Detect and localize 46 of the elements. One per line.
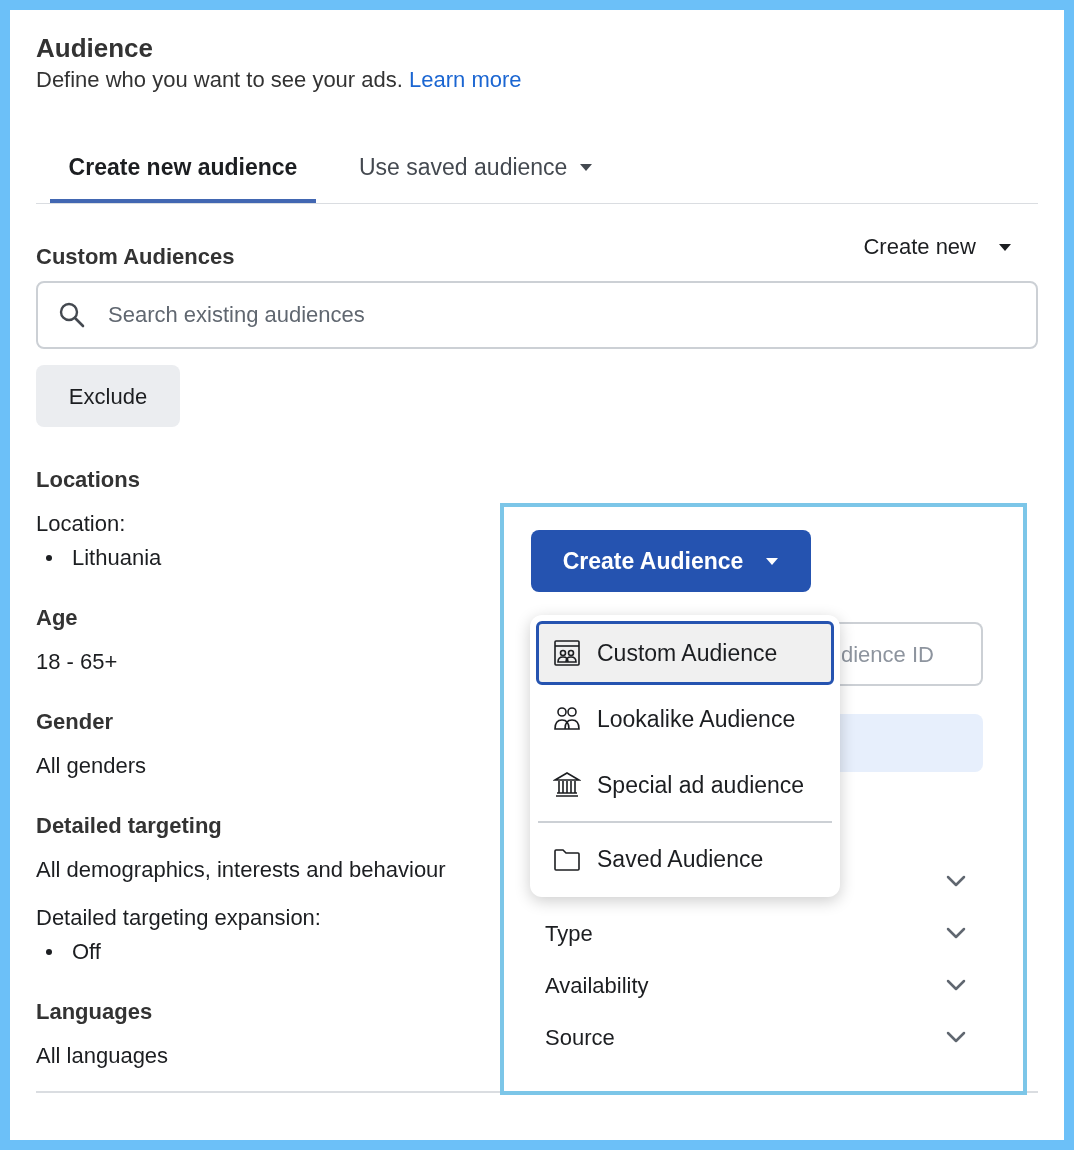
- menu-item[interactable]: Special ad audience: [536, 753, 834, 817]
- menu-item[interactable]: Lookalike Audience: [536, 687, 834, 751]
- search-icon: [58, 301, 86, 329]
- field-label: Detailed targeting expansion:: [36, 904, 321, 932]
- filter-row[interactable]: Source: [504, 1011, 1023, 1063]
- bank-building-icon: [553, 771, 581, 799]
- chevron-down-icon: [946, 979, 966, 991]
- section-title: Detailed targeting: [36, 812, 222, 840]
- section-title: Age: [36, 604, 78, 632]
- menu-item[interactable]: Saved Audience: [536, 827, 834, 891]
- section-title: Audience: [36, 32, 155, 64]
- field-value: All languages: [36, 1042, 169, 1070]
- chevron-down-icon: [946, 927, 966, 939]
- filter-row[interactable]: Type: [504, 907, 1023, 959]
- caret-icon: [765, 556, 780, 566]
- caret-icon: [998, 242, 1012, 252]
- exclude-button[interactable]: Exclude: [36, 365, 180, 427]
- create-new-dropdown[interactable]: Create new: [863, 232, 1012, 262]
- section-title: Locations: [36, 466, 140, 494]
- learn-more-link[interactable]: Learn more: [409, 67, 522, 92]
- menu-item[interactable]: Custom Audience: [536, 621, 834, 685]
- people-icon: [553, 705, 581, 733]
- field-label: Location:: [36, 510, 126, 538]
- list-item: Off: [72, 938, 101, 966]
- people-card-icon: [553, 639, 581, 667]
- filter-row[interactable]: Availability: [504, 959, 1023, 1011]
- filter-label: Source: [545, 1023, 615, 1052]
- section-title: Gender: [36, 708, 114, 736]
- tab[interactable]: Create new audience: [50, 136, 316, 203]
- filter-label: Type: [545, 919, 593, 948]
- create-audience-button[interactable]: Create Audience: [531, 530, 811, 592]
- chevron-down-icon: [946, 875, 966, 887]
- description-text: Define who you want to see your ads.: [36, 67, 403, 92]
- list-item: Lithuania: [72, 544, 162, 572]
- field-value: All genders: [36, 752, 147, 780]
- search-field[interactable]: Search existing audiences: [36, 281, 1038, 349]
- field-value: 18 - 65+: [36, 648, 118, 676]
- bullet-icon: [46, 949, 52, 955]
- bullet-icon: [46, 555, 52, 561]
- section-title: Custom Audiences: [36, 243, 235, 271]
- tab[interactable]: Use saved audience: [346, 136, 607, 203]
- field-placeholder: dience ID: [841, 640, 934, 669]
- filter-label: Availability: [545, 971, 649, 1000]
- chevron-down-icon: [946, 1031, 966, 1043]
- section-title: Languages: [36, 998, 153, 1026]
- field-value: All demographics, interests and behaviour: [36, 856, 446, 884]
